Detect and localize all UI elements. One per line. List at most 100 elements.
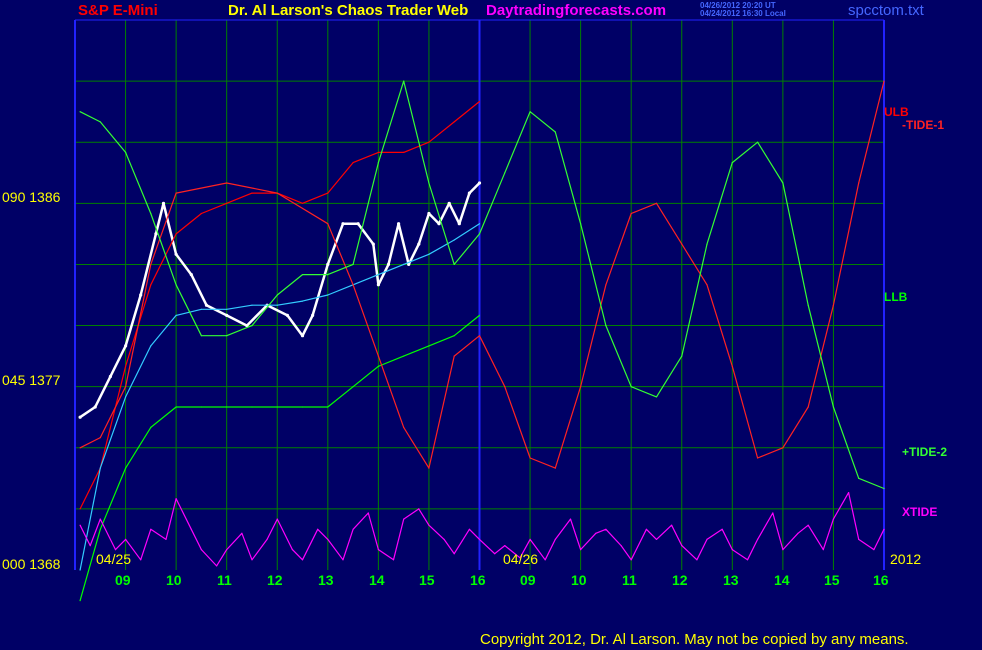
data-point	[467, 191, 471, 195]
data-point	[226, 202, 228, 204]
data-point	[356, 222, 360, 226]
data-point	[428, 345, 430, 347]
data-point	[161, 201, 166, 205]
data-point	[883, 487, 885, 490]
data-point	[453, 355, 455, 357]
data-point	[79, 508, 81, 510]
data-point	[706, 243, 708, 245]
copyright-text: Copyright 2012, Dr. Al Larson. May not b…	[480, 631, 909, 648]
data-point	[175, 192, 177, 194]
data-point	[251, 325, 253, 327]
x-tick-label: 12	[267, 572, 283, 588]
data-point	[478, 223, 481, 225]
data-point	[226, 308, 228, 310]
data-point	[529, 457, 531, 459]
data-point	[79, 569, 81, 571]
series-lines	[78, 80, 885, 602]
year-label: 2012	[890, 551, 922, 567]
data-point	[554, 467, 556, 469]
data-point	[200, 335, 202, 337]
instrument-label: S&P E-Mini	[78, 2, 158, 19]
x-tick-label: 16	[470, 572, 486, 588]
data-point	[731, 365, 733, 367]
data-point	[79, 447, 81, 449]
data-point	[301, 406, 304, 408]
data-point	[807, 406, 809, 408]
data-point	[478, 233, 481, 235]
data-point	[595, 532, 597, 534]
data-point	[377, 549, 379, 551]
legend-ulb: ULB	[884, 105, 909, 119]
data-point	[782, 447, 784, 449]
data-point	[225, 313, 229, 317]
x-tick-label: 15	[824, 572, 840, 588]
data-point	[696, 559, 698, 561]
data-point	[873, 549, 875, 551]
y-tick-label: 000 1368	[2, 556, 61, 572]
data-point	[403, 151, 405, 153]
data-point	[200, 549, 202, 551]
data-point	[428, 524, 430, 526]
data-point	[721, 528, 723, 530]
data-point	[251, 406, 253, 408]
data-point	[883, 80, 885, 82]
data-point	[99, 467, 101, 469]
data-point	[241, 532, 243, 534]
data-point	[386, 262, 391, 266]
data-point	[580, 549, 582, 551]
data-point	[266, 538, 268, 541]
data-point	[93, 405, 97, 409]
data-point	[108, 374, 112, 379]
data-point	[301, 202, 304, 204]
x-tick-label: 11	[217, 572, 232, 588]
data-point	[301, 559, 304, 561]
x-tick-label: 09	[520, 572, 536, 588]
data-point	[453, 263, 455, 265]
data-point	[822, 549, 824, 551]
data-point	[403, 263, 405, 265]
data-point	[569, 518, 572, 520]
series-line-tide1	[79, 80, 885, 469]
data-point	[453, 121, 455, 123]
data-point	[428, 467, 430, 469]
data-point	[327, 294, 329, 296]
legend-llb: LLB	[884, 290, 908, 304]
page-title: Dr. Al Larson's Chaos Trader Web	[228, 2, 469, 19]
data-point	[782, 182, 784, 184]
data-point	[427, 211, 431, 216]
data-point	[317, 528, 319, 530]
data-point	[150, 426, 152, 428]
data-point	[580, 386, 582, 388]
data-point	[150, 284, 152, 286]
data-point	[580, 223, 582, 225]
data-point	[226, 182, 228, 184]
data-point	[706, 538, 708, 541]
data-point	[655, 396, 658, 398]
data-point	[175, 233, 177, 235]
data-point	[150, 345, 152, 347]
data-point	[630, 386, 632, 388]
data-point	[377, 355, 379, 357]
data-point	[757, 457, 759, 459]
data-point	[276, 406, 278, 408]
data-point	[403, 80, 405, 82]
data-point	[807, 524, 809, 526]
data-point	[189, 273, 193, 277]
data-point	[807, 304, 809, 306]
data-point	[443, 538, 445, 541]
data-point	[175, 498, 177, 500]
data-point	[125, 386, 127, 388]
data-point	[392, 559, 395, 561]
data-point	[175, 406, 177, 408]
data-point	[251, 559, 253, 561]
chart-canvas	[74, 19, 885, 602]
data-point	[226, 549, 228, 551]
data-point	[428, 253, 430, 255]
data-point	[630, 212, 632, 215]
filename-label: spcctom.txt	[848, 2, 924, 19]
data-point	[554, 538, 556, 541]
data-point	[681, 243, 683, 245]
data-point	[782, 549, 784, 551]
data-point	[453, 335, 455, 337]
x-tick-label: 09	[115, 572, 131, 588]
